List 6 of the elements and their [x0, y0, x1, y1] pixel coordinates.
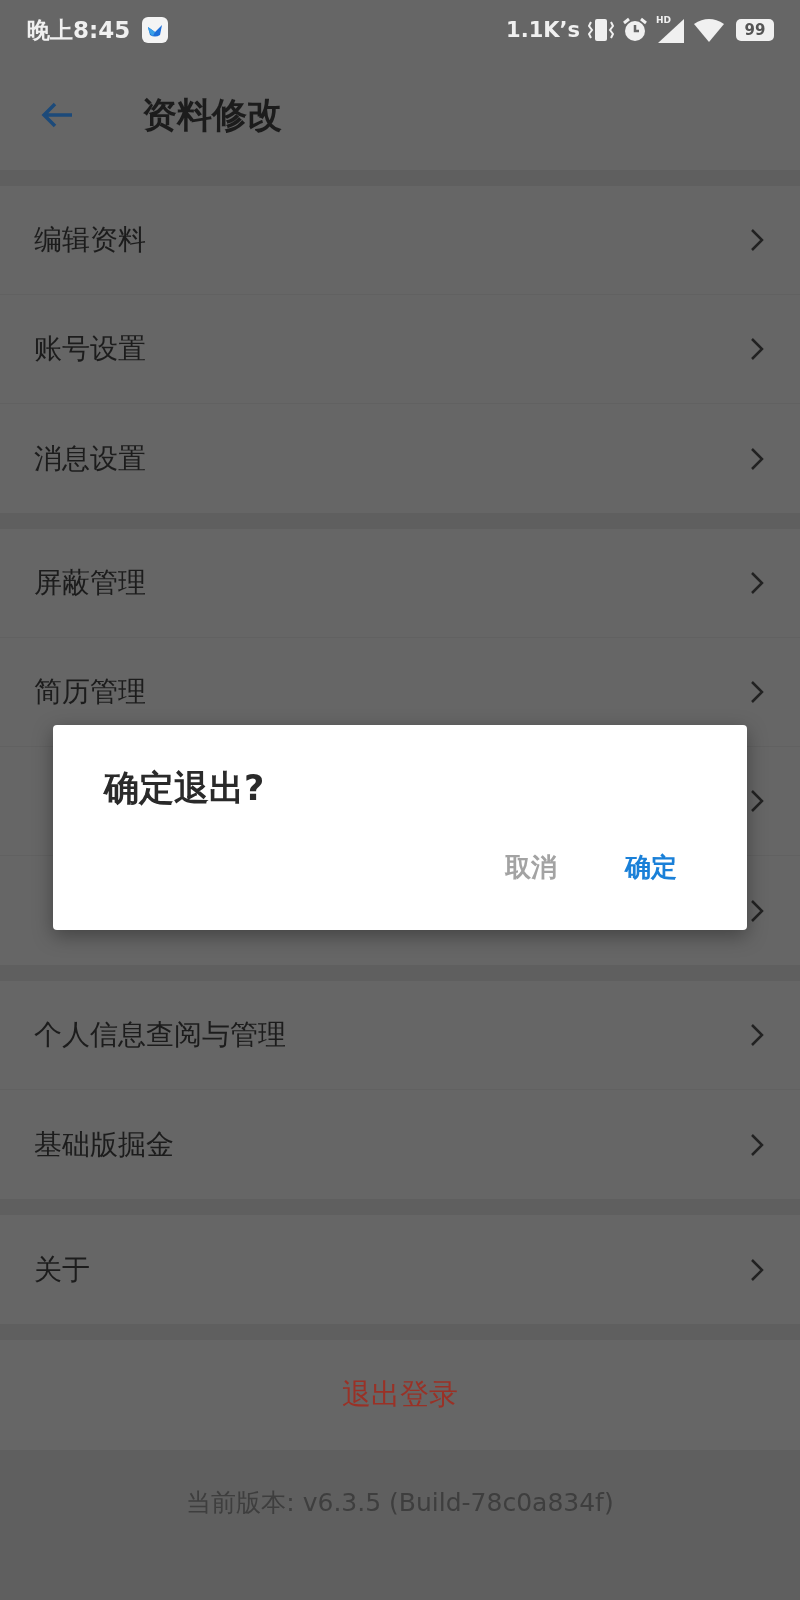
- network-speed: 1.1K’s: [506, 18, 580, 42]
- status-time: 晚上8:45: [27, 15, 131, 45]
- battery-indicator: 99: [736, 19, 774, 41]
- hd-label: HD: [656, 15, 671, 25]
- page-title: 资料修改: [142, 93, 282, 137]
- dialog-title: 确定退出?: [104, 767, 266, 810]
